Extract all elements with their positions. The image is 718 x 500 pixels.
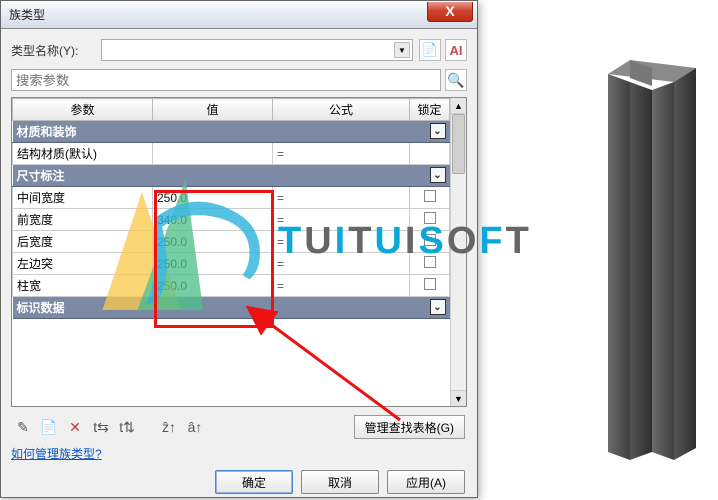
table-row[interactable]: 后宽度250.0 (13, 231, 450, 253)
apply-button[interactable]: 应用(A) (387, 470, 465, 494)
type-name-label: 类型名称(Y): (11, 42, 101, 59)
sort-asc-icon[interactable]: ẑ↑ (159, 417, 179, 437)
col-value[interactable]: 值 (153, 99, 273, 121)
scroll-down-icon[interactable]: ▼ (451, 390, 466, 406)
table-row[interactable]: 左边突250.0 (13, 253, 450, 275)
vertical-scrollbar[interactable]: ▲ ▼ (450, 98, 466, 406)
dropdown-arrow-icon: ▼ (394, 42, 410, 58)
search-input[interactable] (11, 69, 441, 91)
titlebar[interactable]: 族类型 X (1, 1, 477, 29)
family-types-dialog: 族类型 X 类型名称(Y): ▼ 📄 AI 🔍 参数 (0, 0, 478, 498)
search-button[interactable]: 🔍 (445, 69, 467, 91)
scroll-up-icon[interactable]: ▲ (451, 98, 466, 114)
table-row[interactable]: 中间宽度250.0 (13, 187, 450, 209)
lock-checkbox[interactable] (424, 278, 436, 290)
table-row[interactable]: 结构材质(默认) (13, 143, 450, 165)
reorder-param-icon[interactable]: t⇅ (117, 417, 137, 437)
sort-desc-icon[interactable]: â↑ (185, 417, 205, 437)
close-button[interactable]: X (427, 2, 473, 22)
ok-button[interactable]: 确定 (215, 470, 293, 494)
manage-lookup-button[interactable]: 管理查找表格(G) (354, 415, 465, 439)
scroll-thumb[interactable] (452, 114, 465, 174)
col-formula[interactable]: 公式 (273, 99, 410, 121)
lock-checkbox[interactable] (424, 190, 436, 202)
column-3d-preview (608, 60, 698, 460)
new-param-icon[interactable]: 📄 (39, 417, 59, 437)
table-row[interactable]: 前宽度340.0 (13, 209, 450, 231)
collapse-icon[interactable]: ⌄ (430, 123, 446, 139)
parameter-grid: 参数 值 公式 锁定 材质和装饰⌄ 结构材质(默认) (11, 97, 467, 407)
new-type-icon[interactable]: 📄 (419, 39, 441, 61)
cancel-button[interactable]: 取消 (301, 470, 379, 494)
dialog-title: 族类型 (9, 6, 427, 23)
section-dimension[interactable]: 尺寸标注⌄ (13, 165, 450, 187)
collapse-icon[interactable]: ⌄ (430, 167, 446, 183)
lock-checkbox[interactable] (424, 234, 436, 246)
lock-checkbox[interactable] (424, 212, 436, 224)
section-identity[interactable]: 标识数据⌄ (13, 297, 450, 319)
col-lock[interactable]: 锁定 (410, 99, 450, 121)
move-param-icon[interactable]: t⇆ (91, 417, 111, 437)
edit-param-icon[interactable]: ✎ (13, 417, 33, 437)
rename-type-icon[interactable]: AI (445, 39, 467, 61)
delete-param-icon[interactable]: ✕ (65, 417, 85, 437)
section-material[interactable]: 材质和装饰⌄ (13, 121, 450, 143)
lock-checkbox[interactable] (424, 256, 436, 268)
col-param[interactable]: 参数 (13, 99, 153, 121)
table-row[interactable]: 柱宽250.0 (13, 275, 450, 297)
collapse-icon[interactable]: ⌄ (430, 299, 446, 315)
type-name-dropdown[interactable]: ▼ (101, 39, 413, 61)
help-link[interactable]: 如何管理族类型? (11, 447, 102, 461)
